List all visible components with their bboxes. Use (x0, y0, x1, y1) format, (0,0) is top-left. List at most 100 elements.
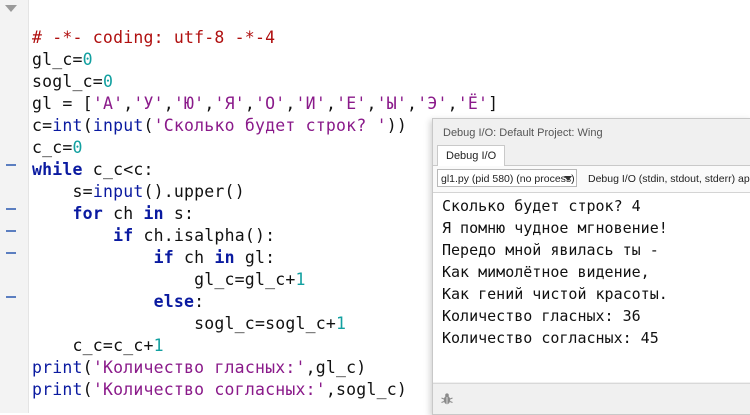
editor-gutter (0, 0, 29, 413)
code-token: ] (488, 94, 499, 113)
code-token: 0 (72, 138, 83, 157)
code-line[interactable]: else: (32, 291, 204, 313)
debug-io-panel: Debug I/O: Default Project: Wing Debug I… (432, 118, 750, 415)
code-line[interactable]: gl = ['А','У','Ю','Я','О','И','Е','Ы','Э… (32, 93, 498, 115)
code-line[interactable]: if ch.isalpha(): (32, 225, 275, 247)
code-token: else (153, 292, 195, 311)
code-line[interactable]: while c_c<c: (32, 159, 154, 181)
code-token: ch (102, 204, 144, 223)
code-token: gl = [ (32, 94, 93, 113)
status-bar (433, 383, 750, 414)
code-token: sogl_c=sogl_c+ (32, 314, 337, 333)
code-token: ().upper() (143, 182, 245, 201)
fold-marker[interactable] (6, 252, 16, 254)
code-line[interactable]: c=int(input('Сколько будет строк? ')) (32, 115, 407, 137)
fold-marker[interactable] (6, 164, 16, 166)
fold-marker[interactable] (6, 208, 16, 210)
code-token: gl_c=gl_c+ (32, 270, 296, 289)
debug-toolbar: gl1.py (pid 580) (no process) Debug I/O … (433, 166, 750, 193)
code-token: ( (143, 116, 154, 135)
code-token: : (194, 292, 205, 311)
code-token: 'Ы' (376, 94, 408, 113)
console-output[interactable]: Сколько будет строк? 4 Я помню чудное мгн… (433, 193, 750, 382)
tab-strip: Debug I/O (433, 145, 750, 167)
code-token: gl: (234, 248, 276, 267)
code-token: ,sogl_c) (325, 380, 407, 399)
code-token: if (153, 248, 174, 267)
code-token: , (447, 94, 458, 113)
code-token: in (143, 204, 164, 223)
code-token: 'Количество гласных:' (92, 358, 306, 377)
code-line[interactable]: print('Количество гласных:',gl_c) (32, 357, 366, 379)
console-line: Я помню чудное мгновение! (442, 219, 668, 237)
code-token: gl_c= (32, 50, 83, 69)
code-token: 'А' (92, 94, 124, 113)
code-line[interactable]: gl_c=gl_c+1 (32, 269, 306, 291)
code-line[interactable]: gl_c=0 (32, 49, 93, 71)
console-line: Количество согласных: 45 (442, 329, 659, 347)
code-token: input (92, 182, 144, 201)
code-token: input (92, 116, 144, 135)
code-token: ,gl_c) (305, 358, 367, 377)
code-token: 'Ю' (173, 94, 205, 113)
code-token: ch.isalpha(): (133, 226, 276, 245)
fold-marker[interactable] (6, 230, 16, 232)
code-token: # -*- coding: utf-8 -*-4 (32, 28, 276, 47)
fold-marker[interactable] (6, 296, 16, 298)
code-token: if (113, 226, 134, 245)
code-token: )) (386, 116, 408, 135)
code-line[interactable]: sogl_c=sogl_c+1 (32, 313, 346, 335)
code-token: c= (32, 116, 53, 135)
code-line[interactable]: s=input().upper() (32, 181, 245, 203)
code-token: while (32, 160, 83, 179)
code-line[interactable]: for ch in s: (32, 203, 194, 225)
code-token: ( (82, 380, 93, 399)
code-token: s: (163, 204, 195, 223)
code-token: s= (32, 182, 93, 201)
console-line: Сколько будет строк? 4 (442, 197, 641, 215)
code-line[interactable]: sogl_c=0 (32, 71, 113, 93)
code-line[interactable]: c_c=0 (32, 137, 83, 159)
console-line: Как гений чистой красоты. (442, 285, 668, 303)
chevron-down-icon[interactable] (5, 5, 17, 12)
code-line[interactable]: print('Количество согласных:',sogl_c) (32, 379, 407, 401)
code-token: 'Количество согласных:' (92, 380, 326, 399)
code-line[interactable]: # -*- coding: utf-8 -*-4 (32, 27, 275, 49)
code-token: 'У' (133, 94, 164, 113)
code-token: , (244, 94, 255, 113)
code-token: , (407, 94, 418, 113)
code-token: 'О' (255, 94, 286, 113)
code-token: ch (173, 248, 215, 267)
code-token: 'Сколько будет строк? ' (153, 116, 387, 135)
tab-debug-io[interactable]: Debug I/O (437, 145, 506, 167)
code-token: , (204, 94, 215, 113)
code-line[interactable]: c_c=c_c+1 (32, 335, 164, 357)
code-token: ( (82, 116, 93, 135)
code-token: , (366, 94, 377, 113)
code-token: 1 (295, 270, 306, 289)
code-token: for (72, 204, 103, 223)
code-token: c_c= (32, 138, 73, 157)
code-line[interactable]: if ch in gl: (32, 247, 275, 269)
code-token: 1 (336, 314, 347, 333)
code-token: 'Е' (336, 94, 367, 113)
process-select[interactable]: gl1.py (pid 580) (no process) (437, 169, 577, 187)
code-token: sogl_c= (32, 72, 103, 91)
code-token: 'Я' (214, 94, 245, 113)
console-line: Как мимолётное видение, (442, 263, 650, 281)
code-token: int (52, 116, 83, 135)
code-token: 0 (102, 72, 114, 91)
code-token: c_c<c: (82, 160, 154, 179)
code-token: 'Ё' (457, 94, 489, 113)
code-token: 'И' (295, 94, 326, 113)
code-token: 'Э' (417, 94, 448, 113)
bug-icon[interactable] (440, 392, 454, 406)
code-token: , (325, 94, 337, 113)
code-token: 0 (82, 50, 93, 69)
dropdown-caret-icon (564, 176, 572, 181)
code-token: , (123, 94, 134, 113)
